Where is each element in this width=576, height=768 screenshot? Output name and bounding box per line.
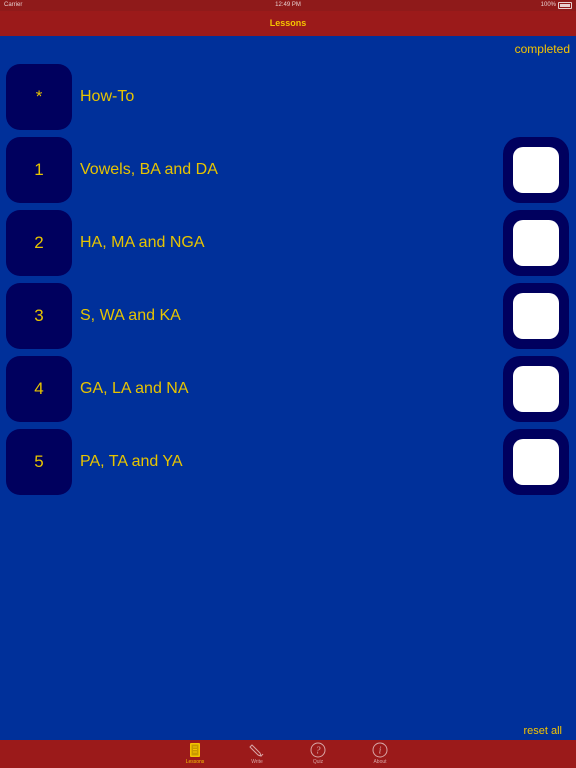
completed-checkbox[interactable]: [503, 283, 569, 349]
clock-label: 12:49 PM: [275, 2, 301, 8]
navigation-bar: Lessons: [0, 11, 576, 36]
lesson-number-tile[interactable]: 1: [6, 137, 72, 203]
lesson-row-2[interactable]: 2 HA, MA and NGA: [0, 210, 576, 276]
completed-checkbox[interactable]: [503, 210, 569, 276]
completed-checkbox[interactable]: [503, 356, 569, 422]
book-icon: [190, 743, 200, 757]
lesson-title[interactable]: Vowels, BA and DA: [80, 137, 218, 203]
lesson-title[interactable]: GA, LA and NA: [80, 356, 189, 422]
lesson-number-tile[interactable]: *: [6, 64, 72, 130]
checkbox-box: [513, 366, 559, 412]
tab-label: Write: [251, 759, 263, 765]
lesson-row-5[interactable]: 5 PA, TA and YA: [0, 429, 576, 495]
completed-header: completed: [514, 42, 570, 56]
battery-indicator: 100%: [541, 0, 572, 11]
battery-icon: [558, 2, 572, 9]
lesson-row-1[interactable]: 1 Vowels, BA and DA: [0, 137, 576, 203]
checkbox-box: [513, 220, 559, 266]
lesson-row-howto[interactable]: * How-To: [0, 64, 576, 130]
tab-label: Quiz: [312, 759, 324, 765]
reset-all-button[interactable]: reset all: [523, 725, 562, 737]
lesson-number-tile[interactable]: 3: [6, 283, 72, 349]
tab-label: Lessons: [185, 759, 205, 765]
tab-write[interactable]: Write: [237, 740, 277, 768]
question-icon: ?: [310, 742, 326, 758]
completed-checkbox[interactable]: [503, 137, 569, 203]
checkbox-box: [513, 293, 559, 339]
lesson-number-tile[interactable]: 5: [6, 429, 72, 495]
svg-text:i: i: [379, 746, 382, 757]
lesson-title[interactable]: PA, TA and YA: [80, 429, 183, 495]
lesson-row-4[interactable]: 4 GA, LA and NA: [0, 356, 576, 422]
lesson-number-tile[interactable]: 2: [6, 210, 72, 276]
lesson-title[interactable]: S, WA and KA: [80, 283, 181, 349]
tab-quiz[interactable]: ? Quiz: [298, 740, 338, 768]
pen-icon: [249, 744, 264, 757]
completed-checkbox[interactable]: [503, 429, 569, 495]
status-bar: Carrier 12:49 PM 100%: [0, 0, 576, 11]
tab-bar: Lessons Write ? Quiz i About: [0, 740, 576, 768]
tab-label: About: [373, 759, 387, 765]
checkbox-box: [513, 439, 559, 485]
info-icon: i: [372, 742, 388, 758]
lesson-title[interactable]: HA, MA and NGA: [80, 210, 205, 276]
svg-text:?: ?: [316, 746, 321, 757]
tab-about[interactable]: i About: [360, 740, 400, 768]
page-title: Lessons: [269, 18, 307, 28]
battery-percent: 100%: [540, 2, 556, 8]
lesson-title[interactable]: How-To: [80, 64, 134, 130]
tab-lessons[interactable]: Lessons: [175, 740, 215, 768]
lesson-row-3[interactable]: 3 S, WA and KA: [0, 283, 576, 349]
checkbox-box: [513, 147, 559, 193]
lesson-number-tile[interactable]: 4: [6, 356, 72, 422]
